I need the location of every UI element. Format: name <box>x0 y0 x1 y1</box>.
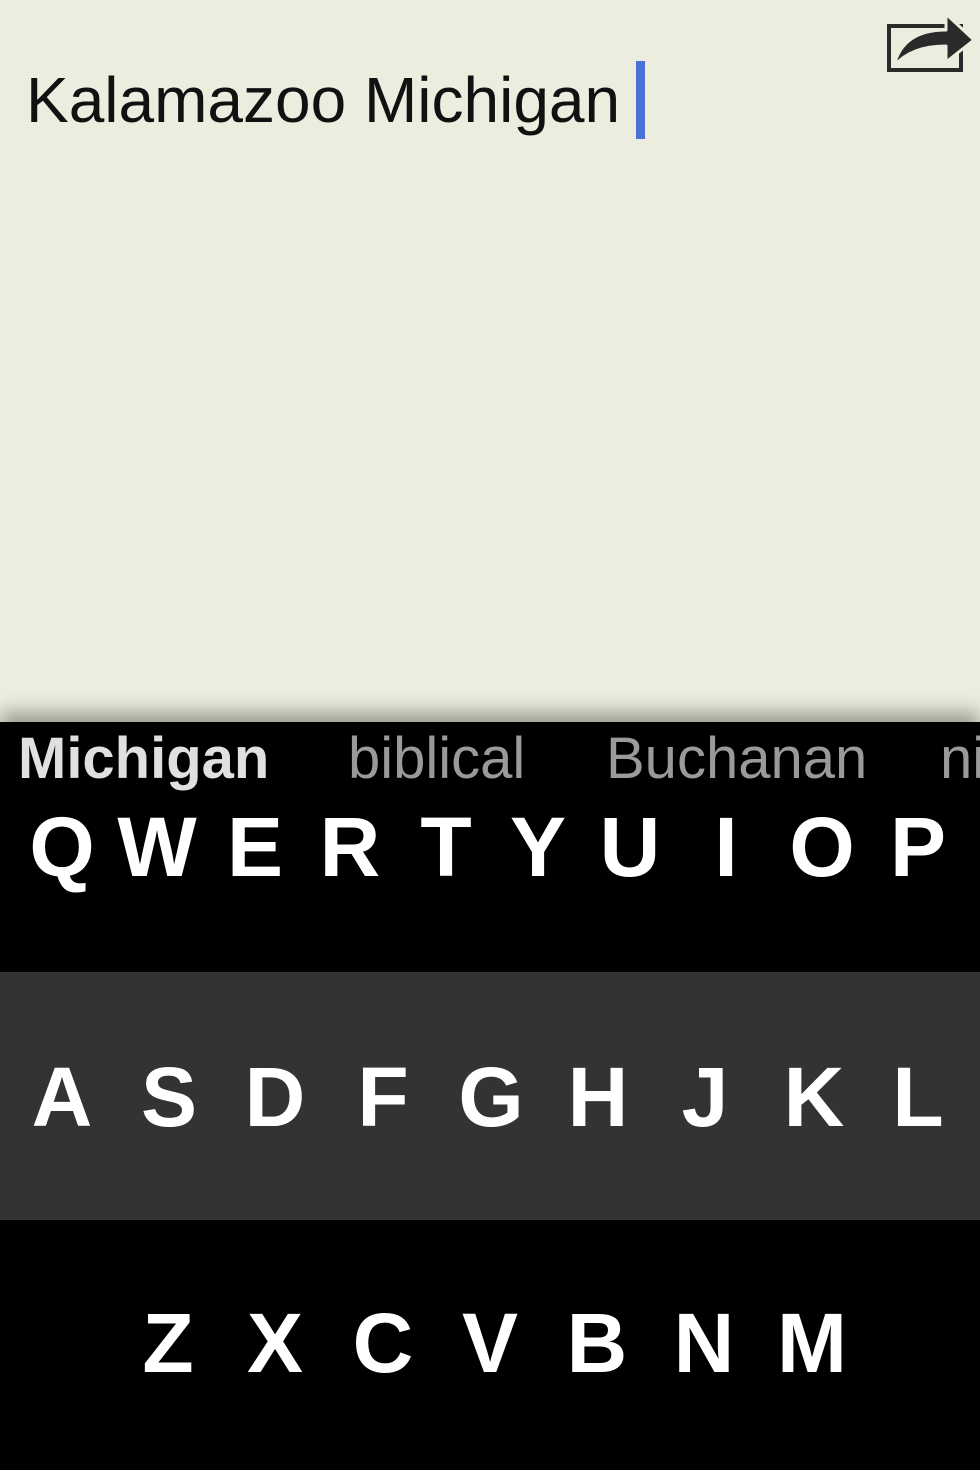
suggestion-item[interactable]: Michigan <box>18 726 269 792</box>
key-v[interactable]: V <box>445 1298 535 1388</box>
suggestion-bar: Michigan biblical Buchanan ni <box>0 722 980 796</box>
key-k[interactable]: K <box>769 1052 859 1142</box>
key-i[interactable]: I <box>681 802 771 892</box>
key-a[interactable]: A <box>17 1052 107 1142</box>
key-w[interactable]: W <box>112 802 202 892</box>
key-row-top: Q W E R T Y U I O P <box>0 796 980 972</box>
key-u[interactable]: U <box>585 802 675 892</box>
key-e[interactable]: E <box>210 802 300 892</box>
key-m[interactable]: M <box>767 1298 857 1388</box>
share-button[interactable] <box>884 4 976 76</box>
key-b[interactable]: B <box>552 1298 642 1388</box>
key-q[interactable]: Q <box>17 802 107 892</box>
share-arrow-icon <box>887 12 976 72</box>
key-c[interactable]: C <box>338 1298 428 1388</box>
suggestion-item[interactable]: Buchanan <box>606 726 867 792</box>
key-y[interactable]: Y <box>493 802 583 892</box>
key-h[interactable]: H <box>553 1052 643 1142</box>
text-cursor <box>636 61 646 139</box>
typed-text: Kalamazoo Michigan <box>26 64 621 136</box>
key-t[interactable]: T <box>401 802 491 892</box>
text-line: Kalamazoo Michigan <box>26 60 646 140</box>
key-f[interactable]: F <box>338 1052 428 1142</box>
suggestion-item[interactable]: ni <box>940 726 980 792</box>
keyboard: Michigan biblical Buchanan ni Q W E R T … <box>0 722 980 1470</box>
key-d[interactable]: D <box>230 1052 320 1142</box>
key-r[interactable]: R <box>305 802 395 892</box>
key-j[interactable]: J <box>660 1052 750 1142</box>
key-g[interactable]: G <box>446 1052 536 1142</box>
key-x[interactable]: X <box>230 1298 320 1388</box>
key-row-middle: A S D F G H J K L <box>0 972 980 1220</box>
suggestion-item[interactable]: biblical <box>348 726 525 792</box>
key-n[interactable]: N <box>659 1298 749 1388</box>
key-p[interactable]: P <box>873 802 963 892</box>
text-editor[interactable]: Kalamazoo Michigan <box>0 0 980 722</box>
key-l[interactable]: L <box>873 1052 963 1142</box>
key-row-bottom: Z X C V B N M <box>0 1220 980 1470</box>
key-s[interactable]: S <box>124 1052 214 1142</box>
key-o[interactable]: O <box>777 802 867 892</box>
key-z[interactable]: Z <box>123 1298 213 1388</box>
